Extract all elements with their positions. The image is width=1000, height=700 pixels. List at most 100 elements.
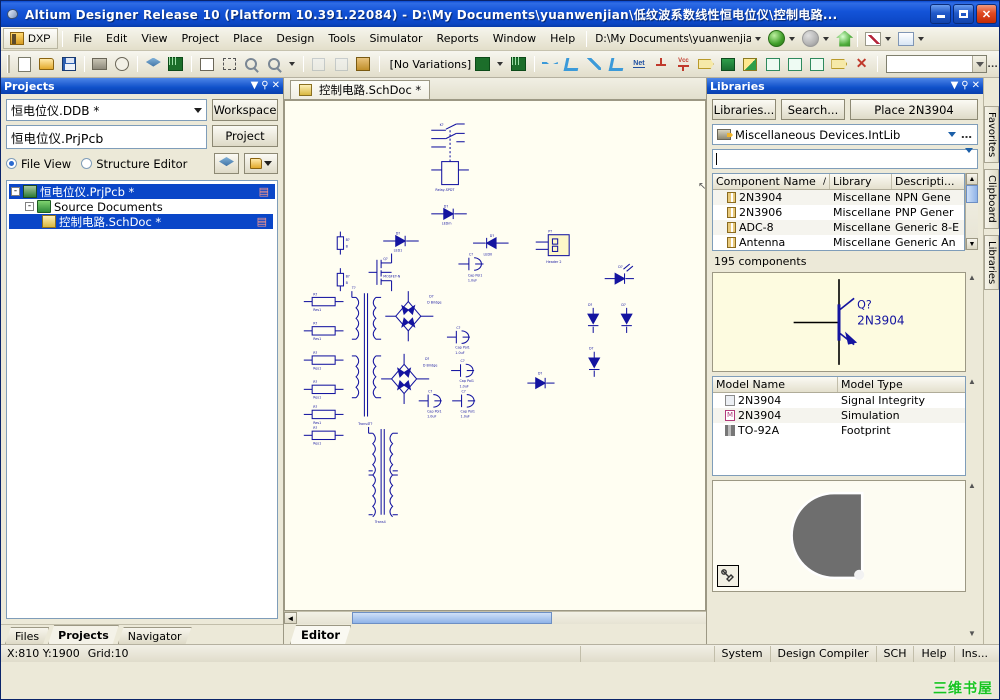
library-options-icon[interactable]: … [961, 128, 973, 141]
column-library[interactable]: Library [830, 174, 892, 189]
filter-input[interactable] [712, 148, 978, 169]
home-icon[interactable] [836, 30, 854, 47]
column-model-name[interactable]: Model Name [713, 377, 838, 392]
models-scroll-up-icon[interactable]: ▲ [968, 377, 976, 386]
tree-node-source-documents[interactable]: - Source Documents [9, 199, 275, 214]
fp-scroll-down-icon[interactable]: ▼ [968, 629, 976, 638]
toolbar-grip[interactable] [7, 55, 10, 73]
table-row[interactable]: 2N3906 Miscellane PNP Gener [713, 205, 964, 220]
paste-icon[interactable] [353, 54, 373, 75]
status-button-help[interactable]: Help [913, 645, 953, 662]
variant-board-icon[interactable] [508, 54, 528, 75]
reports-dropdown-icon[interactable] [885, 36, 892, 41]
place-sheet-entry-icon[interactable] [740, 54, 760, 75]
maximize-button[interactable] [953, 4, 974, 24]
menu-view[interactable]: View [134, 28, 174, 50]
list-item[interactable]: 2N3904 Signal Integrity [713, 393, 965, 408]
library-dropdown-icon[interactable] [948, 132, 956, 137]
models-grid[interactable]: Model Name Model Type 2N3904 Signal Inte… [712, 376, 966, 476]
vtab-clipboard[interactable]: Clipboard [984, 169, 999, 229]
zoom-dropdown-icon[interactable] [288, 62, 295, 66]
back-history-icon[interactable] [789, 36, 796, 41]
pcb-dropdown-icon[interactable] [497, 62, 504, 66]
panel-pin-icon[interactable]: ⚲ [261, 81, 268, 91]
menu-project[interactable]: Project [174, 28, 226, 50]
library-select[interactable]: Miscellaneous Devices.IntLib … [712, 124, 978, 145]
schematic-canvas[interactable]: Relay-SPDT K? D? LEDm D? LED1 D? LED0 B?… [284, 100, 706, 611]
menu-design[interactable]: Design [269, 28, 321, 50]
place-gnd-icon[interactable] [651, 54, 671, 75]
vtab-favorites[interactable]: Favorites [984, 106, 999, 164]
place-wire-icon[interactable] [540, 54, 560, 75]
symbol-preview[interactable]: Q? 2N3904 [712, 272, 966, 372]
menu-tools[interactable]: Tools [321, 28, 362, 50]
menu-simulator[interactable]: Simulator [362, 28, 429, 50]
symbol-preview-scrollbar[interactable]: ▲ [966, 272, 978, 372]
navigate-forward-icon[interactable] [802, 30, 820, 47]
models-scrollbar[interactable]: ▲ [966, 376, 978, 476]
list-item[interactable]: TO-92A Footprint [713, 423, 965, 438]
path-dropdown-icon[interactable] [755, 36, 762, 41]
no-erc-icon[interactable]: ✕ [851, 54, 871, 75]
scroll-up-button[interactable]: ▲ [966, 173, 978, 185]
column-description[interactable]: Descripti... [892, 174, 964, 189]
place-bus-entry-icon[interactable] [607, 54, 627, 75]
tree-node-schematic[interactable]: 控制电路.SchDoc * ▤ [9, 214, 273, 229]
minimize-button[interactable] [930, 4, 951, 24]
fp-scroll-up-icon[interactable]: ▲ [968, 481, 976, 490]
place-vcc-icon[interactable]: Vcc [673, 54, 693, 75]
scroll-thumb[interactable] [352, 612, 552, 624]
tab-editor[interactable]: Editor [290, 625, 351, 644]
menu-window[interactable]: Window [486, 28, 543, 50]
workspace-button[interactable]: Workspace [212, 99, 278, 121]
libraries-close-icon[interactable]: ✕ [972, 81, 980, 91]
output-job-icon[interactable] [898, 31, 915, 46]
schematic-drawing[interactable]: Relay-SPDT K? D? LEDm D? LED1 D? LED0 B?… [285, 101, 705, 611]
place-port-icon[interactable] [696, 54, 716, 75]
toolbar-overflow-icon[interactable]: … [987, 58, 999, 70]
zoom-out-icon[interactable] [264, 54, 284, 75]
status-button-design-compiler[interactable]: Design Compiler [769, 645, 876, 662]
menu-edit[interactable]: Edit [99, 28, 134, 50]
place-pcb-icon[interactable] [472, 54, 492, 75]
document-tab-schematic[interactable]: 控制电路.SchDoc * [290, 80, 431, 99]
close-button[interactable]: ✕ [976, 4, 997, 24]
panel-dropdown-icon[interactable]: ▼ [251, 81, 259, 91]
zoom-selection-icon[interactable] [219, 54, 239, 75]
tab-files[interactable]: Files [5, 627, 49, 644]
menu-help[interactable]: Help [543, 28, 582, 50]
place-harness-connector-icon[interactable] [785, 54, 805, 75]
libraries-button[interactable]: Libraries... [712, 99, 776, 120]
place-bus-icon[interactable] [562, 54, 582, 75]
search-button[interactable]: Search... [781, 99, 845, 120]
vtab-libraries[interactable]: Libraries [984, 234, 999, 291]
open-pcb-icon[interactable] [165, 54, 185, 75]
place-sheet-symbol-icon[interactable] [718, 54, 738, 75]
place-directive-icon[interactable] [829, 54, 849, 75]
layers-icon[interactable] [143, 54, 163, 75]
zoom-in-icon[interactable] [241, 54, 261, 75]
place-signal-harness-icon[interactable] [584, 54, 604, 75]
place-component-button[interactable]: Place 2N3904 [850, 99, 978, 120]
filter-dropdown-icon[interactable] [965, 148, 973, 165]
dxp-menu-button[interactable]: DXP [3, 28, 58, 49]
copy-icon[interactable] [331, 54, 351, 75]
menu-reports[interactable]: Reports [430, 28, 486, 50]
tab-navigator[interactable]: Navigator [118, 627, 192, 644]
menu-file[interactable]: File [67, 28, 99, 50]
libraries-pin-icon[interactable]: ⚲ [961, 81, 968, 91]
tree-node-project[interactable]: - 恒电位仪.PrjPcb * ▤ [9, 184, 275, 199]
open-folder-icon[interactable] [36, 54, 56, 75]
file-view-radio[interactable] [6, 158, 17, 169]
place-device-sheet-icon[interactable] [762, 54, 782, 75]
column-model-type[interactable]: Model Type [838, 377, 965, 392]
scroll-left-button[interactable]: ◄ [284, 612, 297, 624]
scroll-track[interactable] [297, 612, 706, 624]
print-icon[interactable] [90, 54, 110, 75]
footprint-preview[interactable] [712, 480, 966, 592]
status-button-instruments[interactable]: Ins... [953, 645, 995, 662]
project-options-icon[interactable] [244, 153, 278, 174]
forward-history-icon[interactable] [823, 36, 830, 41]
navigate-back-icon[interactable] [768, 30, 786, 47]
list-item[interactable]: M 2N3904 Simulation [713, 408, 965, 423]
